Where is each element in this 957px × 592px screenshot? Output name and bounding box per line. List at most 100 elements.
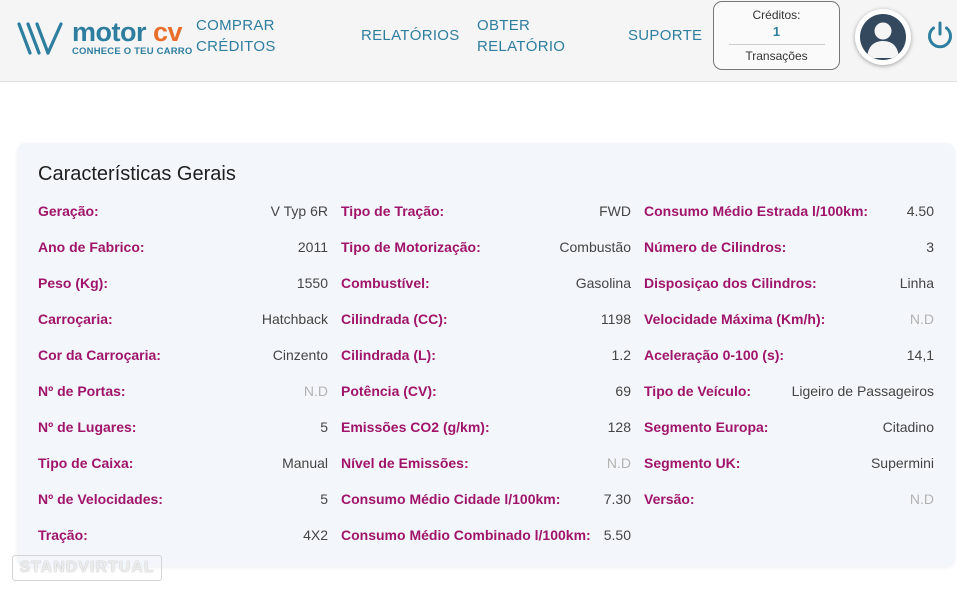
spec-label: Cor da Carroçaria: [38, 347, 161, 363]
spec-column-1: Geração: V Typ 6R Ano de Fabrico: 2011 Pes… [38, 193, 328, 553]
standvirtual-watermark: STANDVIRTUAL [12, 555, 162, 581]
spec-value: 1198 [600, 311, 631, 327]
spec-value: FWD [599, 203, 631, 219]
spec-row: Número de Cilindros: 3 [644, 229, 934, 265]
spec-value: Citadino [882, 419, 934, 435]
spec-row: Nº de Portas: N.D [38, 373, 328, 409]
spec-label: Nº de Velocidades: [38, 491, 163, 507]
spec-label: Tipo de Veículo: [644, 383, 752, 399]
spec-value: 2011 [297, 239, 328, 255]
spec-label: Geração: [38, 203, 99, 219]
spec-value: 5 [320, 491, 328, 507]
motorcv-logo[interactable]: motor cv CONHECE O TEU CARRO [16, 18, 192, 58]
spec-value: 1550 [296, 275, 328, 291]
logo-tagline: CONHECE O TEU CARRO [72, 46, 193, 57]
general-characteristics-card: Características Gerais Geração: V Typ 6R … [17, 143, 955, 567]
spec-value: N.D [909, 491, 934, 507]
spec-row: Consumo Médio Estrada l/100km: 4.50 [644, 193, 934, 229]
spec-row: Cor da Carroçaria: Cinzento [38, 337, 328, 373]
spec-row: Aceleração 0-100 (s): 14,1 [644, 337, 934, 373]
spec-column-3: Consumo Médio Estrada l/100km: 4.50 Númer… [644, 193, 934, 517]
spec-value: N.D [909, 311, 934, 327]
spec-value: 5 [320, 419, 328, 435]
spec-row: Nº de Lugares: 5 [38, 409, 328, 445]
spec-value: 69 [615, 383, 631, 399]
spec-row: Consumo Médio Cidade l/100km: 7.30 [341, 481, 631, 517]
spec-row: Nº de Velocidades: 5 [38, 481, 328, 517]
spec-row: Segmento UK: Supermini [644, 445, 934, 481]
spec-value: 4.50 [906, 203, 934, 219]
spec-value: 7.30 [603, 491, 631, 507]
spec-label: Cilindrada (L): [341, 347, 436, 363]
spec-row: Segmento Europa: Citadino [644, 409, 934, 445]
spec-label: Consumo Médio Combinado l/100km: [341, 527, 591, 543]
spec-label: Ano de Fabrico: [38, 239, 145, 255]
spec-label: Nível de Emissões: [341, 455, 469, 471]
spec-value: Hatchback [261, 311, 328, 327]
spec-label: Segmento Europa: [644, 419, 769, 435]
spec-value: 14,1 [906, 347, 934, 363]
nav-suporte[interactable]: SUPORTE [628, 25, 702, 46]
spec-label: Tipo de Caixa: [38, 455, 134, 471]
nav-relatorios[interactable]: RELATÓRIOS [361, 25, 460, 46]
spec-row: Cilindrada (CC): 1198 [341, 301, 631, 337]
spec-label: Tipo de Tração: [341, 203, 445, 219]
spec-value: Combustão [559, 239, 631, 255]
spec-label: Cilindrada (CC): [341, 311, 448, 327]
credits-box[interactable]: Créditos: 1 Transações [713, 1, 840, 70]
spec-label: Disposiçao dos Cilindros: [644, 275, 817, 291]
spec-row: Peso (Kg): 1550 [38, 265, 328, 301]
spec-row: Potência (CV): 69 [341, 373, 631, 409]
logo-mark-icon [17, 22, 63, 55]
spec-label: Consumo Médio Estrada l/100km: [644, 203, 869, 219]
user-avatar-icon [860, 14, 906, 60]
spec-row: Tipo de Tração: FWD [341, 193, 631, 229]
power-icon[interactable] [924, 19, 956, 51]
spec-row: Tipo de Veículo: Ligeiro de Passageiros [644, 373, 934, 409]
credits-label: Créditos: [752, 8, 801, 22]
spec-value: 4X2 [303, 527, 328, 543]
spec-row: Tipo de Caixa: Manual [38, 445, 328, 481]
spec-value: Supermini [870, 455, 934, 471]
spec-value: N.D [303, 383, 328, 399]
spec-value: Manual [282, 455, 328, 471]
spec-value: Linha [899, 275, 934, 291]
spec-value: 1.2 [611, 347, 631, 363]
spec-label: Tração: [38, 527, 88, 543]
spec-value: Ligeiro de Passageiros [791, 383, 934, 399]
top-navbar: motor cv CONHECE O TEU CARRO COMPRAR CRÉ… [0, 0, 957, 82]
credits-count: 1 [772, 24, 781, 39]
spec-label: Tipo de Motorização: [341, 239, 481, 255]
spec-row: Disposiçao dos Cilindros: Linha [644, 265, 934, 301]
spec-row: Ano de Fabrico: 2011 [38, 229, 328, 265]
spec-label: Segmento UK: [644, 455, 741, 471]
user-avatar[interactable] [855, 9, 911, 65]
spec-value: Cinzento [272, 347, 328, 363]
spec-value: Gasolina [575, 275, 631, 291]
spec-row: Consumo Médio Combinado l/100km: 5.50 [341, 517, 631, 553]
spec-label: Consumo Médio Cidade l/100km: [341, 491, 561, 507]
nav-comprar-creditos[interactable]: COMPRAR CRÉDITOS [196, 15, 296, 57]
spec-row: Tipo de Motorização: Combustão [341, 229, 631, 265]
spec-label: Velocidade Máxima (Km/h): [644, 311, 826, 327]
spec-row: Nível de Emissões: N.D [341, 445, 631, 481]
spec-value: 128 [607, 419, 631, 435]
spec-row: Tração: 4X2 [38, 517, 328, 553]
spec-row: Versão: N.D [644, 481, 934, 517]
card-title: Características Gerais [38, 163, 236, 185]
spec-label: Combustível: [341, 275, 430, 291]
spec-row: Carroçaria: Hatchback [38, 301, 328, 337]
spec-row: Combustível: Gasolina [341, 265, 631, 301]
logo-brand: motor cv [72, 17, 183, 47]
spec-value: V Typ 6R [270, 203, 328, 219]
spec-row: Emissões CO2 (g/km): 128 [341, 409, 631, 445]
spec-label: Potência (CV): [341, 383, 437, 399]
spec-row: Velocidade Máxima (Km/h): N.D [644, 301, 934, 337]
spec-value: N.D [606, 455, 631, 471]
spec-label: Nº de Lugares: [38, 419, 137, 435]
spec-row: Cilindrada (L): 1.2 [341, 337, 631, 373]
spec-value: 3 [926, 239, 934, 255]
spec-column-2: Tipo de Tração: FWD Tipo de Motorização: C… [341, 193, 631, 553]
nav-obter-relatorio[interactable]: OBTER RELATÓRIO [477, 15, 587, 57]
transactions-link[interactable]: Transações [714, 49, 839, 63]
